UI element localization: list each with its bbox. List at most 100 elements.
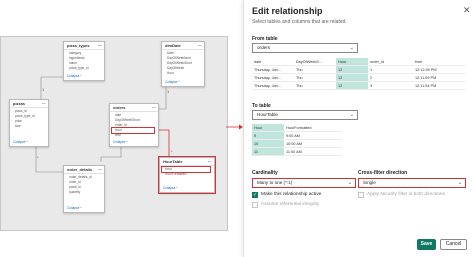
from-table-value: orders — [257, 45, 271, 50]
column-header[interactable]: time — [413, 58, 466, 66]
field-item[interactable]: Hour — [167, 71, 204, 76]
more-icon[interactable]: ⋯ — [98, 166, 102, 173]
table-cell: 11 — [252, 147, 284, 156]
collapse-link[interactable]: Collapse ^ — [163, 186, 178, 190]
security-filter-checkbox[interactable] — [358, 192, 364, 198]
cancel-button[interactable]: Cancel — [440, 239, 467, 250]
table-card-orders[interactable]: orders ⋯ date DayOfWeekShort order_id Hou… — [109, 103, 159, 147]
more-icon[interactable]: ⋯ — [208, 158, 212, 165]
table-row: Thursday, Jan... Thu 12 2 12:11:59 PM — [252, 73, 466, 82]
cardinality-dropdown[interactable]: Many to one (*:1) ⌄ — [252, 178, 356, 188]
table-name: pizzas — [13, 101, 26, 106]
assume-ri-checkbox[interactable] — [252, 202, 258, 208]
table-row: 9 9:00 AM — [252, 131, 342, 140]
make-active-label: Make this relationship active — [261, 192, 322, 197]
table-name: pizza_types — [67, 43, 90, 48]
panel-subtitle: Select tables and columns that are relat… — [252, 19, 347, 25]
table-cell: Thursday, Jan... — [252, 81, 294, 90]
more-icon[interactable]: ⋯ — [152, 104, 156, 111]
table-cell: Thu — [294, 81, 336, 90]
table-header-row: Hour HourFormatted — [252, 124, 342, 132]
table-header-row: date DayOfWeekS... Hour order_id time — [252, 58, 466, 66]
column-header[interactable]: HourFormatted — [284, 124, 342, 132]
field-item[interactable]: quantity — [69, 190, 104, 195]
make-active-checkbox[interactable]: ✓ — [252, 192, 258, 198]
table-cell: 12 — [336, 73, 368, 82]
table-cell: 3 — [368, 81, 413, 90]
column-header-selected[interactable]: Hour — [252, 124, 284, 132]
table-cell: 2 — [368, 73, 413, 82]
crossfilter-dropdown[interactable]: Single ⌄ — [358, 178, 466, 188]
field-item[interactable]: time — [115, 133, 158, 138]
field-item[interactable]: size — [15, 124, 48, 129]
column-header[interactable]: DayOfWeekS... — [294, 58, 336, 66]
rel-card-3: 1 — [167, 89, 170, 94]
chevron-down-icon: ⌄ — [349, 112, 354, 118]
chevron-down-icon: ⌄ — [347, 180, 352, 186]
table-card-pizza-types[interactable]: pizza_types ⋯ category ingredients name p… — [63, 41, 105, 81]
from-table-preview: date DayOfWeekS... Hour order_id time Th… — [252, 58, 466, 90]
table-row: Thursday, Jan... Thu 12 3 12:11:54 PM — [252, 81, 466, 90]
table-name: dimDate — [165, 43, 181, 48]
to-table-dropdown[interactable]: HourTable ⌄ — [252, 110, 358, 120]
table-cell: 12 — [336, 65, 368, 74]
table-cell: 12:11:54 PM — [413, 81, 466, 90]
rel-card-4: * — [171, 149, 173, 154]
cardinality-value: Many to one (*:1) — [257, 180, 293, 185]
table-card-dimdate[interactable]: dimDate ⋯ Date DayOfWeekNum DayOfWeekShor… — [161, 41, 205, 87]
model-diagram-canvas[interactable]: 1 * 1 * pizza_types ⋯ category ingredient… — [0, 36, 228, 231]
column-header[interactable]: date — [252, 58, 294, 66]
collapse-link[interactable]: Collapse ^ — [113, 140, 128, 144]
table-row: 10 10:00 AM — [252, 139, 342, 148]
save-button[interactable]: Save — [417, 239, 436, 250]
rel-card-2: * — [37, 155, 39, 160]
column-header[interactable]: order_id — [368, 58, 413, 66]
column-header-selected[interactable]: Hour — [336, 58, 368, 66]
table-cell: 9:00 AM — [284, 131, 342, 140]
more-icon[interactable]: ⋯ — [198, 42, 202, 49]
chevron-down-icon: ⌄ — [349, 45, 354, 51]
more-icon[interactable]: ⋯ — [98, 42, 102, 49]
field-item[interactable]: HourFormatted — [165, 172, 214, 177]
table-card-title: HourTable ⋯ — [160, 158, 214, 166]
collapse-link[interactable]: Collapse ^ — [67, 74, 82, 78]
table-card-pizzas[interactable]: pizzas ⋯ pizza_id pizza_type_id price siz… — [9, 99, 49, 147]
table-card-title: dimDate ⋯ — [162, 42, 204, 50]
chevron-down-icon: ⌄ — [457, 180, 462, 186]
to-table-value: HourTable — [257, 112, 278, 117]
table-cell: Thursday, Jan... — [252, 73, 294, 82]
table-cell: 10 — [252, 139, 284, 148]
from-table-dropdown[interactable]: orders ⌄ — [252, 43, 358, 53]
table-row: Thursday, Jan... Thu 12 1 12:12:39 PM — [252, 65, 466, 74]
table-row: 11 11:00 AM — [252, 147, 342, 156]
table-card-order-details[interactable]: order_details ⋯ order_details_id order_id… — [63, 165, 105, 213]
table-card-title: pizzas ⋯ — [10, 100, 48, 108]
field-item[interactable]: pizza_type_id — [69, 66, 104, 71]
collapse-link[interactable]: Collapse ^ — [13, 140, 28, 144]
collapse-link[interactable]: Collapse ^ — [67, 206, 82, 210]
security-filter-label: Apply security filter in both directions — [367, 192, 445, 197]
edit-relationship-panel: Edit relationship ✕ Select tables and co… — [243, 0, 474, 257]
table-cell: Thu — [294, 73, 336, 82]
from-table-label: From table — [252, 36, 278, 42]
table-cell: 12:12:39 PM — [413, 65, 466, 74]
crossfilter-label: Cross-filter direction — [358, 170, 408, 176]
rel-card-1: 1 — [42, 87, 45, 92]
assume-ri-label: Assume referential integrity — [261, 202, 320, 207]
table-cell: 11:00 AM — [284, 147, 342, 156]
table-cell: 1 — [368, 65, 413, 74]
table-cell: 12 — [336, 81, 368, 90]
cardinality-label: Cardinality — [252, 170, 278, 176]
collapse-link[interactable]: Collapse ^ — [165, 80, 180, 84]
to-table-label: To table — [252, 103, 271, 109]
table-name: HourTable — [163, 159, 183, 164]
to-table-preview: Hour HourFormatted 9 9:00 AM 10 10:00 AM… — [252, 124, 342, 156]
more-icon[interactable]: ⋯ — [42, 100, 46, 107]
table-name: order_details — [67, 167, 93, 172]
table-card-title: order_details ⋯ — [64, 166, 104, 174]
table-cell: 9 — [252, 131, 284, 140]
close-icon[interactable]: ✕ — [463, 5, 471, 16]
table-card-hourtable[interactable]: HourTable ⋯ Hour HourFormatted Collapse ^ — [158, 156, 216, 194]
table-cell: Thursday, Jan... — [252, 65, 294, 74]
table-card-title: orders ⋯ — [110, 104, 158, 112]
